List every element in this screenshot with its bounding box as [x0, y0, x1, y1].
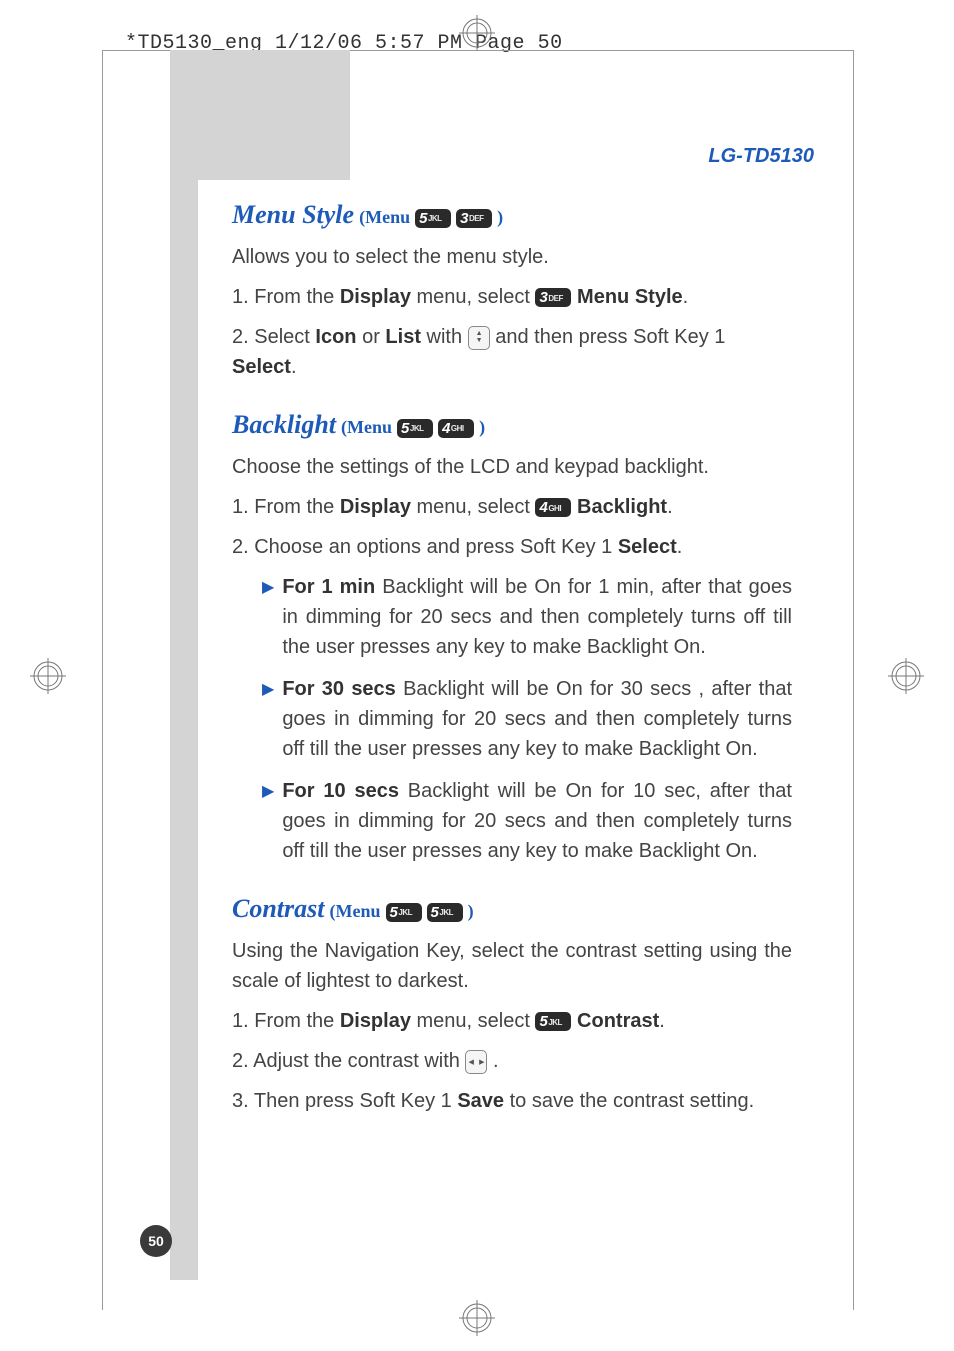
decorative-grey-sidebar: [170, 50, 198, 1280]
heading-menu-style: Menu Style (Menu 5JKL 3DEF ): [232, 200, 792, 230]
heading-contrast: Contrast (Menu 5JKL 5JKL ): [232, 894, 792, 924]
trim-line-right: [853, 50, 854, 1310]
section-backlight: Backlight (Menu 5JKL 4GHI ) Choose the s…: [232, 410, 792, 866]
nav-updown-icon: [468, 326, 490, 350]
step-2: 2. Choose an options and press Soft Key …: [232, 532, 792, 562]
registration-mark-right: [888, 658, 924, 694]
title-text: Menu Style: [232, 200, 354, 229]
page-content: Menu Style (Menu 5JKL 3DEF ) Allows you …: [232, 200, 792, 1144]
key-3-icon: 3DEF: [456, 209, 492, 228]
model-label: LG-TD5130: [708, 145, 814, 168]
key-5-icon: 5JKL: [427, 903, 463, 922]
key-4-icon: 4GHI: [438, 419, 474, 438]
intro-text: Using the Navigation Key, select the con…: [232, 936, 792, 996]
step-1: 1. From the Display menu, select 4GHI Ba…: [232, 492, 792, 522]
key-4-icon: 4GHI: [535, 498, 571, 517]
step-1: 1. From the Display menu, select 5JKL Co…: [232, 1006, 792, 1036]
list-item: ▶ For 1 min Backlight will be On for 1 m…: [262, 572, 792, 662]
registration-mark-top: [459, 15, 495, 51]
intro-text: Choose the settings of the LCD and keypa…: [232, 452, 792, 482]
step-2: 2. Select Icon or List with and then pre…: [232, 322, 792, 382]
registration-mark-bottom: [459, 1300, 495, 1336]
list-item: ▶ For 10 secs Backlight will be On for 1…: [262, 776, 792, 866]
menu-open-paren: (Menu: [341, 417, 392, 437]
heading-backlight: Backlight (Menu 5JKL 4GHI ): [232, 410, 792, 440]
registration-mark-left: [30, 658, 66, 694]
key-5-icon: 5JKL: [397, 419, 433, 438]
title-text: Backlight: [232, 410, 336, 439]
menu-close-paren: ): [497, 207, 503, 227]
list-item: ▶ For 30 secs Backlight will be On for 3…: [262, 674, 792, 764]
trim-line-left: [102, 50, 103, 1310]
key-5-icon: 5JKL: [415, 209, 451, 228]
menu-close-paren: ): [468, 901, 474, 921]
section-contrast: Contrast (Menu 5JKL 5JKL ) Using the Nav…: [232, 894, 792, 1116]
menu-open-paren: (Menu: [330, 901, 381, 921]
key-5-icon: 5JKL: [535, 1012, 571, 1031]
step-1: 1. From the Display menu, select 3DEF Me…: [232, 282, 792, 312]
menu-close-paren: ): [479, 417, 485, 437]
step-3: 3. Then press Soft Key 1 Save to save th…: [232, 1086, 792, 1116]
step-2: 2. Adjust the contrast with .: [232, 1046, 792, 1076]
key-3-icon: 3DEF: [535, 288, 571, 307]
nav-leftright-icon: [465, 1050, 487, 1074]
intro-text: Allows you to select the menu style.: [232, 242, 792, 272]
bullet-arrow-icon: ▶: [262, 780, 274, 866]
title-text: Contrast: [232, 894, 325, 923]
page-number: 50: [140, 1225, 172, 1257]
menu-open-paren: (Menu: [359, 207, 410, 227]
bullet-arrow-icon: ▶: [262, 678, 274, 764]
key-5-icon: 5JKL: [386, 903, 422, 922]
bullet-arrow-icon: ▶: [262, 576, 274, 662]
section-menu-style: Menu Style (Menu 5JKL 3DEF ) Allows you …: [232, 200, 792, 382]
